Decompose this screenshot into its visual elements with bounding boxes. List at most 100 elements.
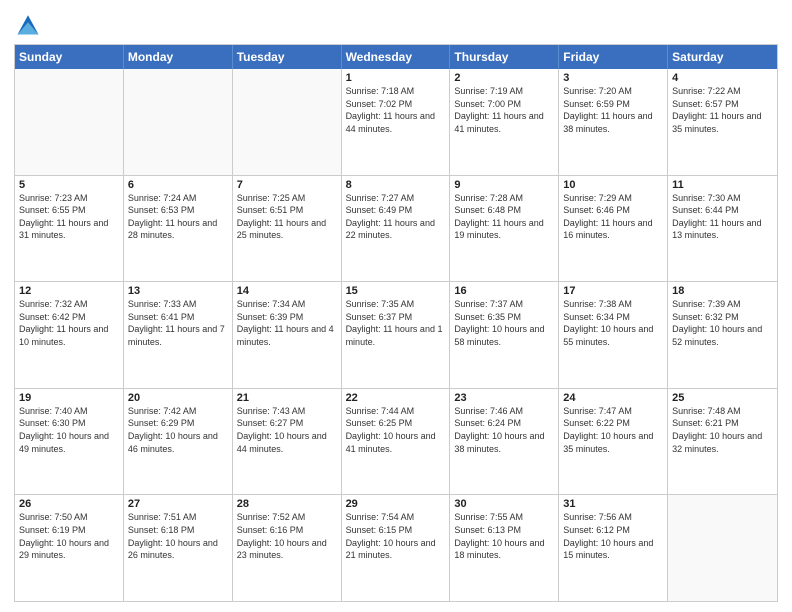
calendar-cell bbox=[124, 69, 233, 175]
calendar-cell: 7Sunrise: 7:25 AM Sunset: 6:51 PM Daylig… bbox=[233, 176, 342, 282]
calendar-header-cell: Wednesday bbox=[342, 45, 451, 69]
calendar-cell: 30Sunrise: 7:55 AM Sunset: 6:13 PM Dayli… bbox=[450, 495, 559, 601]
calendar-cell: 31Sunrise: 7:56 AM Sunset: 6:12 PM Dayli… bbox=[559, 495, 668, 601]
day-number: 11 bbox=[672, 179, 773, 191]
calendar-header-cell: Friday bbox=[559, 45, 668, 69]
day-info: Sunrise: 7:25 AM Sunset: 6:51 PM Dayligh… bbox=[237, 192, 337, 242]
day-info: Sunrise: 7:23 AM Sunset: 6:55 PM Dayligh… bbox=[19, 192, 119, 242]
day-info: Sunrise: 7:29 AM Sunset: 6:46 PM Dayligh… bbox=[563, 192, 663, 242]
day-info: Sunrise: 7:19 AM Sunset: 7:00 PM Dayligh… bbox=[454, 85, 554, 135]
day-number: 26 bbox=[19, 498, 119, 510]
day-number: 25 bbox=[672, 392, 773, 404]
day-number: 29 bbox=[346, 498, 446, 510]
calendar-cell: 20Sunrise: 7:42 AM Sunset: 6:29 PM Dayli… bbox=[124, 389, 233, 495]
day-info: Sunrise: 7:48 AM Sunset: 6:21 PM Dayligh… bbox=[672, 405, 773, 455]
day-info: Sunrise: 7:34 AM Sunset: 6:39 PM Dayligh… bbox=[237, 298, 337, 348]
day-number: 2 bbox=[454, 72, 554, 84]
day-info: Sunrise: 7:52 AM Sunset: 6:16 PM Dayligh… bbox=[237, 511, 337, 561]
calendar-cell: 1Sunrise: 7:18 AM Sunset: 7:02 PM Daylig… bbox=[342, 69, 451, 175]
day-number: 10 bbox=[563, 179, 663, 191]
day-info: Sunrise: 7:35 AM Sunset: 6:37 PM Dayligh… bbox=[346, 298, 446, 348]
calendar-cell: 14Sunrise: 7:34 AM Sunset: 6:39 PM Dayli… bbox=[233, 282, 342, 388]
day-number: 23 bbox=[454, 392, 554, 404]
day-info: Sunrise: 7:40 AM Sunset: 6:30 PM Dayligh… bbox=[19, 405, 119, 455]
calendar-cell bbox=[233, 69, 342, 175]
calendar-cell: 23Sunrise: 7:46 AM Sunset: 6:24 PM Dayli… bbox=[450, 389, 559, 495]
day-number: 8 bbox=[346, 179, 446, 191]
calendar-cell: 19Sunrise: 7:40 AM Sunset: 6:30 PM Dayli… bbox=[15, 389, 124, 495]
day-number: 28 bbox=[237, 498, 337, 510]
day-number: 18 bbox=[672, 285, 773, 297]
day-number: 9 bbox=[454, 179, 554, 191]
day-info: Sunrise: 7:47 AM Sunset: 6:22 PM Dayligh… bbox=[563, 405, 663, 455]
day-number: 22 bbox=[346, 392, 446, 404]
day-number: 30 bbox=[454, 498, 554, 510]
day-number: 16 bbox=[454, 285, 554, 297]
calendar-body: 1Sunrise: 7:18 AM Sunset: 7:02 PM Daylig… bbox=[15, 69, 777, 601]
day-number: 5 bbox=[19, 179, 119, 191]
day-info: Sunrise: 7:44 AM Sunset: 6:25 PM Dayligh… bbox=[346, 405, 446, 455]
calendar-cell bbox=[15, 69, 124, 175]
calendar-header-row: SundayMondayTuesdayWednesdayThursdayFrid… bbox=[15, 45, 777, 69]
day-info: Sunrise: 7:43 AM Sunset: 6:27 PM Dayligh… bbox=[237, 405, 337, 455]
calendar-cell: 11Sunrise: 7:30 AM Sunset: 6:44 PM Dayli… bbox=[668, 176, 777, 282]
calendar-header-cell: Thursday bbox=[450, 45, 559, 69]
day-info: Sunrise: 7:30 AM Sunset: 6:44 PM Dayligh… bbox=[672, 192, 773, 242]
calendar-header-cell: Tuesday bbox=[233, 45, 342, 69]
calendar-header-cell: Monday bbox=[124, 45, 233, 69]
calendar-cell: 24Sunrise: 7:47 AM Sunset: 6:22 PM Dayli… bbox=[559, 389, 668, 495]
header bbox=[14, 10, 778, 38]
logo-icon bbox=[14, 10, 42, 38]
day-info: Sunrise: 7:42 AM Sunset: 6:29 PM Dayligh… bbox=[128, 405, 228, 455]
page: SundayMondayTuesdayWednesdayThursdayFrid… bbox=[0, 0, 792, 612]
day-info: Sunrise: 7:55 AM Sunset: 6:13 PM Dayligh… bbox=[454, 511, 554, 561]
day-number: 24 bbox=[563, 392, 663, 404]
calendar-week-row: 12Sunrise: 7:32 AM Sunset: 6:42 PM Dayli… bbox=[15, 281, 777, 388]
day-number: 6 bbox=[128, 179, 228, 191]
calendar-cell: 27Sunrise: 7:51 AM Sunset: 6:18 PM Dayli… bbox=[124, 495, 233, 601]
calendar-cell: 16Sunrise: 7:37 AM Sunset: 6:35 PM Dayli… bbox=[450, 282, 559, 388]
calendar-week-row: 26Sunrise: 7:50 AM Sunset: 6:19 PM Dayli… bbox=[15, 494, 777, 601]
calendar-cell: 10Sunrise: 7:29 AM Sunset: 6:46 PM Dayli… bbox=[559, 176, 668, 282]
day-info: Sunrise: 7:39 AM Sunset: 6:32 PM Dayligh… bbox=[672, 298, 773, 348]
calendar-cell: 26Sunrise: 7:50 AM Sunset: 6:19 PM Dayli… bbox=[15, 495, 124, 601]
day-info: Sunrise: 7:51 AM Sunset: 6:18 PM Dayligh… bbox=[128, 511, 228, 561]
calendar-cell: 13Sunrise: 7:33 AM Sunset: 6:41 PM Dayli… bbox=[124, 282, 233, 388]
calendar-cell: 22Sunrise: 7:44 AM Sunset: 6:25 PM Dayli… bbox=[342, 389, 451, 495]
calendar-cell: 28Sunrise: 7:52 AM Sunset: 6:16 PM Dayli… bbox=[233, 495, 342, 601]
day-info: Sunrise: 7:22 AM Sunset: 6:57 PM Dayligh… bbox=[672, 85, 773, 135]
day-info: Sunrise: 7:27 AM Sunset: 6:49 PM Dayligh… bbox=[346, 192, 446, 242]
day-info: Sunrise: 7:24 AM Sunset: 6:53 PM Dayligh… bbox=[128, 192, 228, 242]
day-info: Sunrise: 7:32 AM Sunset: 6:42 PM Dayligh… bbox=[19, 298, 119, 348]
calendar-cell: 5Sunrise: 7:23 AM Sunset: 6:55 PM Daylig… bbox=[15, 176, 124, 282]
day-info: Sunrise: 7:50 AM Sunset: 6:19 PM Dayligh… bbox=[19, 511, 119, 561]
calendar-cell: 9Sunrise: 7:28 AM Sunset: 6:48 PM Daylig… bbox=[450, 176, 559, 282]
calendar-cell: 21Sunrise: 7:43 AM Sunset: 6:27 PM Dayli… bbox=[233, 389, 342, 495]
day-number: 17 bbox=[563, 285, 663, 297]
calendar-week-row: 19Sunrise: 7:40 AM Sunset: 6:30 PM Dayli… bbox=[15, 388, 777, 495]
day-number: 4 bbox=[672, 72, 773, 84]
day-number: 1 bbox=[346, 72, 446, 84]
day-info: Sunrise: 7:38 AM Sunset: 6:34 PM Dayligh… bbox=[563, 298, 663, 348]
calendar-cell: 2Sunrise: 7:19 AM Sunset: 7:00 PM Daylig… bbox=[450, 69, 559, 175]
day-number: 15 bbox=[346, 285, 446, 297]
day-number: 3 bbox=[563, 72, 663, 84]
calendar-cell: 8Sunrise: 7:27 AM Sunset: 6:49 PM Daylig… bbox=[342, 176, 451, 282]
calendar-week-row: 1Sunrise: 7:18 AM Sunset: 7:02 PM Daylig… bbox=[15, 69, 777, 175]
day-number: 14 bbox=[237, 285, 337, 297]
day-info: Sunrise: 7:18 AM Sunset: 7:02 PM Dayligh… bbox=[346, 85, 446, 135]
calendar-cell: 4Sunrise: 7:22 AM Sunset: 6:57 PM Daylig… bbox=[668, 69, 777, 175]
day-info: Sunrise: 7:56 AM Sunset: 6:12 PM Dayligh… bbox=[563, 511, 663, 561]
day-number: 31 bbox=[563, 498, 663, 510]
day-number: 21 bbox=[237, 392, 337, 404]
calendar-cell: 18Sunrise: 7:39 AM Sunset: 6:32 PM Dayli… bbox=[668, 282, 777, 388]
day-number: 19 bbox=[19, 392, 119, 404]
calendar-cell: 3Sunrise: 7:20 AM Sunset: 6:59 PM Daylig… bbox=[559, 69, 668, 175]
calendar-cell: 17Sunrise: 7:38 AM Sunset: 6:34 PM Dayli… bbox=[559, 282, 668, 388]
day-info: Sunrise: 7:20 AM Sunset: 6:59 PM Dayligh… bbox=[563, 85, 663, 135]
calendar: SundayMondayTuesdayWednesdayThursdayFrid… bbox=[14, 44, 778, 602]
day-number: 20 bbox=[128, 392, 228, 404]
day-info: Sunrise: 7:37 AM Sunset: 6:35 PM Dayligh… bbox=[454, 298, 554, 348]
day-number: 13 bbox=[128, 285, 228, 297]
day-info: Sunrise: 7:33 AM Sunset: 6:41 PM Dayligh… bbox=[128, 298, 228, 348]
